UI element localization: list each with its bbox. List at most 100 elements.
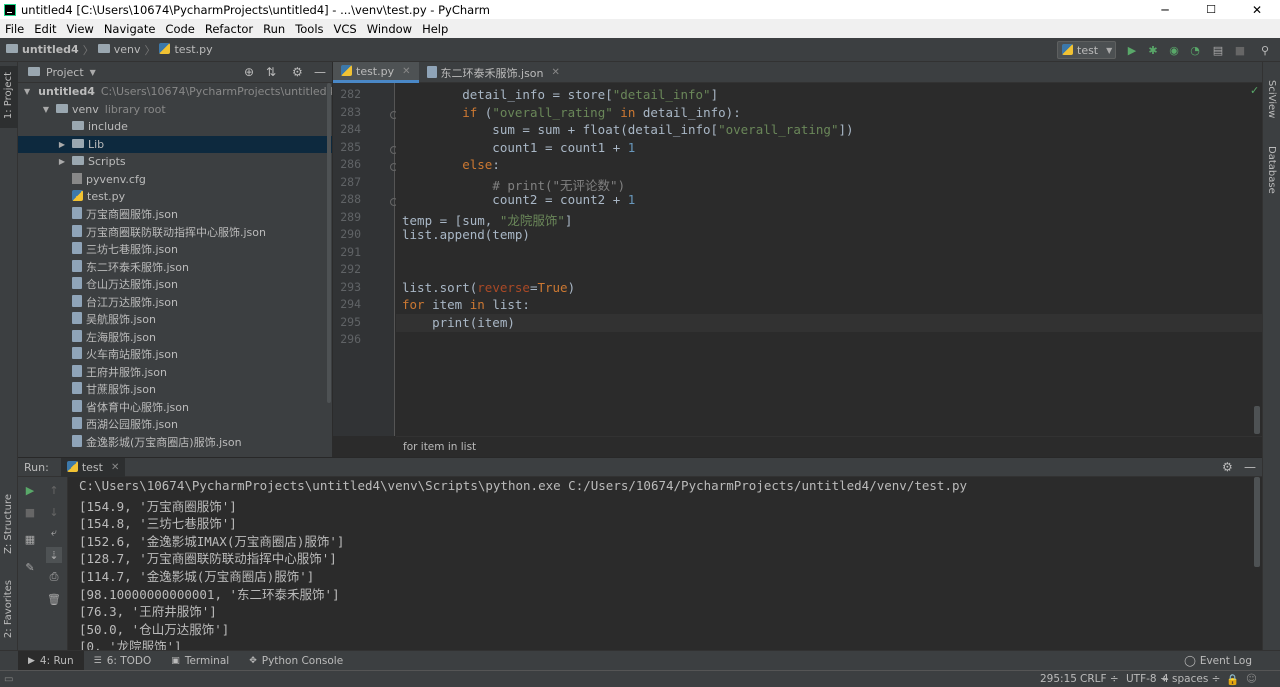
tree-item[interactable]: 台江万达服饰.json [18,293,332,311]
chevron-down-icon[interactable]: ▼ [40,105,52,114]
tree-item[interactable]: ▶ Scripts [18,153,332,171]
tree-scrollbar[interactable] [327,83,331,403]
bottom-tab[interactable]: ✥ Python Console [239,651,353,671]
menu-vcs[interactable]: VCS [329,22,362,36]
chevron-right-icon[interactable]: ▶ [56,157,68,166]
menu-code[interactable]: Code [160,22,199,36]
editor-scrollbar[interactable] [1254,406,1260,434]
tree-item[interactable]: 西湖公园服饰.json [18,416,332,434]
pin-icon[interactable]: ✎ [22,559,38,575]
tree-item-label: 东二环泰禾服饰.json [86,260,189,274]
tree-item[interactable]: 三坊七巷服饰.json [18,241,332,259]
print-icon[interactable]: ⎙ [46,569,62,585]
gear-icon[interactable]: ⚙ [1222,460,1233,474]
maximize-button[interactable]: ☐ [1188,0,1234,19]
chevron-right-icon[interactable]: ▶ [56,140,68,149]
rerun-icon[interactable]: ▶ [22,482,38,498]
hide-icon[interactable]: — [314,65,326,79]
bottom-tab[interactable]: ▣ Terminal [161,651,239,671]
editor-breadcrumb-label[interactable]: for item in list [403,441,476,453]
tree-item[interactable]: test.py [18,188,332,206]
tree-item[interactable]: 万宝商圈联防联动指挥中心服饰.json [18,223,332,241]
tree-item[interactable]: 王府井服饰.json [18,363,332,381]
run-tab[interactable]: test ✕ [60,457,126,477]
menu-tools[interactable]: Tools [290,22,328,36]
chevron-down-icon[interactable]: ▼ [24,87,30,96]
menu-run[interactable]: Run [258,22,290,36]
favorites-tool-label[interactable]: 2: Favorites [3,580,14,638]
inspector-icon[interactable]: ☺ [1246,673,1257,685]
minimize-button[interactable]: ─ [1142,0,1188,19]
breadcrumb-project[interactable]: untitled4 [22,43,79,56]
project-tool-tab[interactable]: 1: Project [0,66,18,128]
tree-item[interactable]: 左海服饰.json [18,328,332,346]
tree-item[interactable]: ▼ venv library root [18,101,332,119]
tree-item[interactable]: 仓山万达服饰.json [18,276,332,294]
tree-item[interactable]: 万宝商圈服饰.json [18,206,332,224]
menu-file[interactable]: File [0,22,29,36]
layout-icon[interactable]: ▦ [22,531,38,547]
layout-toggle-icon[interactable]: ▭ [4,674,13,685]
sciview-tool-label[interactable]: SciView [1266,80,1277,118]
soft-wrap-icon[interactable]: ⤶ [46,525,62,541]
run-console[interactable]: C:\Users\10674\PycharmProjects\untitled4… [69,477,1262,650]
scroll-down-icon[interactable]: ↓ [46,504,62,520]
run-config-dropdown[interactable]: test ▼ [1057,41,1116,59]
tree-item[interactable]: ▶ Lib [18,135,332,153]
breadcrumb-venv[interactable]: venv [114,43,141,56]
event-log-button[interactable]: ◯ Event Log [1184,655,1252,667]
close-icon[interactable]: ✕ [402,66,410,77]
hide-icon[interactable]: — [1244,460,1256,474]
tree-item[interactable]: pyvenv.cfg [18,171,332,189]
stop-icon[interactable]: ■ [1233,43,1247,57]
menu-refactor[interactable]: Refactor [200,22,258,36]
profile-icon[interactable]: ◔ [1188,43,1202,57]
run-icon[interactable]: ▶ [1125,43,1139,57]
editor-tab[interactable]: 东二环泰禾服饰.json ✕ [419,62,568,83]
editor-tab[interactable]: test.py ✕ [333,62,419,83]
tree-item[interactable]: 甘蔗服饰.json [18,381,332,399]
locate-icon[interactable]: ⊕ [244,65,254,79]
close-icon[interactable]: ✕ [552,67,560,78]
console-scrollbar[interactable] [1254,477,1260,567]
chevron-down-icon[interactable]: ▼ [90,68,96,77]
run-panel-label: Run: [24,460,49,474]
build-icon[interactable]: ▤ [1211,43,1225,57]
tree-item[interactable]: 东二环泰禾服饰.json [18,258,332,276]
bottom-tab[interactable]: ☰ 6: TODO [84,651,162,671]
tree-item[interactable]: 省体育中心服饰.json [18,398,332,416]
stop-icon[interactable]: ■ [22,504,38,520]
tree-item[interactable]: include [18,118,332,136]
trash-icon[interactable]: 🗑 [46,591,62,607]
menu-window[interactable]: Window [362,22,417,36]
database-tool-label[interactable]: Database [1266,146,1277,194]
gear-icon[interactable]: ⚙ [292,65,303,79]
menu-edit[interactable]: Edit [29,22,61,36]
close-button[interactable]: ✕ [1234,0,1280,19]
tree-item[interactable]: 吴航服饰.json [18,311,332,329]
line-separator[interactable]: CRLF ÷ [1080,673,1119,685]
right-tool-stripe: SciView Database [1262,62,1280,650]
bottom-tab[interactable]: ▶ 4: Run [18,650,84,671]
breadcrumb-file[interactable]: test.py [174,43,212,56]
tree-item[interactable]: 火车南站服饰.json [18,346,332,364]
close-icon[interactable]: ✕ [111,462,119,473]
search-icon[interactable]: ⚲ [1258,43,1272,57]
menu-help[interactable]: Help [417,22,453,36]
structure-tool-label[interactable]: Z: Structure [3,494,14,554]
lock-icon[interactable]: 🔒 [1226,673,1239,686]
collapse-all-icon[interactable]: ⇅ [266,65,276,79]
menu-view[interactable]: View [62,22,99,36]
scroll-to-end-icon[interactable]: ⇣ [46,547,62,563]
indent-setting[interactable]: 4 spaces ÷ [1162,673,1220,685]
coverage-icon[interactable]: ◉ [1167,43,1181,57]
menu-navigate[interactable]: Navigate [99,22,161,36]
debug-icon[interactable]: ✱ [1146,43,1160,57]
scroll-up-icon[interactable]: ↑ [46,482,62,498]
tree-item[interactable]: 金逸影城(万宝商圈店)服饰.json [18,433,332,451]
caret-position[interactable]: 295:15 [1040,673,1077,685]
tree-item[interactable]: ▼ untitled4 C:\Users\10674\PycharmProjects… [18,83,332,101]
code-editor[interactable]: detail_info = store["detail_info"] if ("… [396,83,1262,436]
project-panel-title[interactable]: Project [46,66,84,79]
inspection-ok-icon[interactable]: ✓ [1250,84,1259,97]
